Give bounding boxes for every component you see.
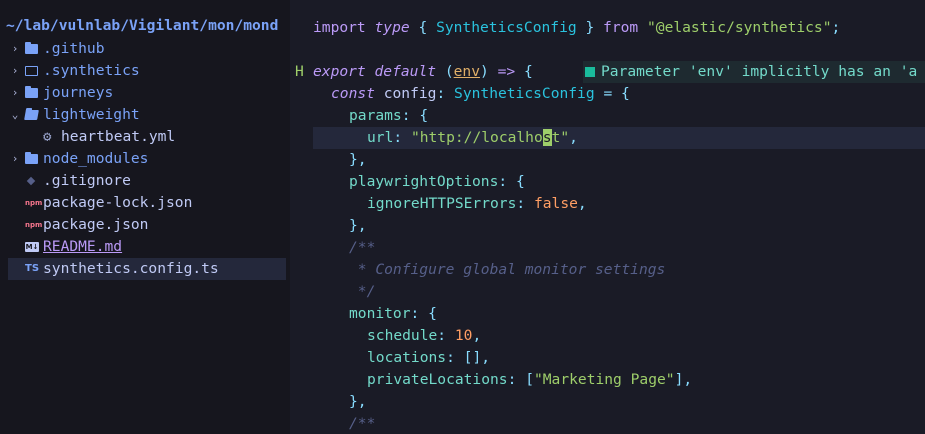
code-line-13: */ <box>349 283 376 300</box>
tree-item-label: README.md <box>43 238 123 255</box>
tree-item-label: package-lock.json <box>43 194 193 211</box>
npm-icon: npm <box>25 199 43 207</box>
code-line-1: import type { SyntheticsConfig } from "@… <box>313 19 841 36</box>
text-cursor: s <box>542 129 552 146</box>
npm-icon: npm <box>25 221 43 229</box>
tree-item-label: .gitignore <box>43 172 131 189</box>
code-line-6: url: "http://localhost", <box>367 129 578 146</box>
git-hunk-marker: H <box>295 63 304 80</box>
tree-item-package-lock-json[interactable]: npm package-lock.json <box>8 192 286 214</box>
diagnostic-hint[interactable]: Parameter 'env' implicitly has an 'a <box>583 61 925 83</box>
tree-item-node-modules[interactable]: › node_modules <box>8 148 286 170</box>
tree-item-heartbeat-yml[interactable]: ⚙ heartbeat.yml <box>8 126 286 148</box>
folder-icon <box>25 148 39 170</box>
chevron-right-icon[interactable]: › <box>8 148 22 170</box>
code-line-16: locations: [], <box>367 349 491 366</box>
tree-item-github[interactable]: › .github <box>8 38 286 60</box>
code-editor[interactable]: H import type { SyntheticsConfig } from … <box>290 0 925 434</box>
folder-open-icon <box>24 104 39 126</box>
markdown-icon: M↓ <box>25 242 39 252</box>
tree-item-label: journeys <box>43 84 114 101</box>
tree-item-label: heartbeat.yml <box>61 128 176 145</box>
tree-item-readme-md[interactable]: M↓ README.md <box>8 236 286 258</box>
chevron-right-icon[interactable]: › <box>8 38 22 60</box>
code-line-10: }, <box>349 217 367 234</box>
code-line-3: export default (env) => { <box>313 63 533 80</box>
tree-item-package-json[interactable]: npm package.json <box>8 214 286 236</box>
code-line-17: privateLocations: ["Marketing Page"], <box>367 371 693 388</box>
code-line-18: }, <box>349 393 367 410</box>
folder-icon <box>25 38 39 60</box>
code-line-15: schedule: 10, <box>367 327 482 344</box>
chevron-right-icon[interactable]: › <box>8 60 22 82</box>
tree-item-synthetics[interactable]: › .synthetics <box>8 60 286 82</box>
chevron-down-icon[interactable]: ⌄ <box>8 104 22 126</box>
tree-item-synthetics-config-ts[interactable]: TS synthetics.config.ts <box>8 258 286 280</box>
folder-outline-icon <box>25 60 39 82</box>
file-explorer: ~/lab/vulnlab/Vigilant/mon/mond › .githu… <box>0 0 290 434</box>
folder-icon <box>25 82 39 104</box>
code-line-11: /** <box>349 239 376 256</box>
tree-item-label: .github <box>43 40 105 57</box>
code-line-7: }, <box>349 151 367 168</box>
code-line-19: /** <box>349 415 376 432</box>
git-icon <box>25 170 39 192</box>
tree-item-lightweight[interactable]: ⌄ lightweight <box>8 104 286 126</box>
tree-item-label: synthetics.config.ts <box>43 260 219 277</box>
code-line-14: monitor: { <box>349 305 437 322</box>
code-line-4: const config: SyntheticsConfig = { <box>331 85 630 102</box>
code-line-8: playwrightOptions: { <box>349 173 525 190</box>
typescript-icon: TS <box>25 263 40 274</box>
tree-item-label: package.json <box>43 216 149 233</box>
code-line-12: * Configure global monitor settings <box>349 261 666 278</box>
code-line-5: params: { <box>349 107 429 124</box>
tree-item-label: node_modules <box>43 150 149 167</box>
tree-item-journeys[interactable]: › journeys <box>8 82 286 104</box>
app-window: ~/lab/vulnlab/Vigilant/mon/mond › .githu… <box>0 0 925 434</box>
tree-item-label: .synthetics <box>43 62 140 79</box>
hint-icon <box>585 67 595 77</box>
gear-icon: ⚙ <box>43 129 52 145</box>
code-line-9: ignoreHTTPSErrors: false, <box>367 195 587 212</box>
tree-item-label: lightweight <box>43 106 140 123</box>
chevron-right-icon[interactable]: › <box>8 82 22 104</box>
explorer-path: ~/lab/vulnlab/Vigilant/mon/mond <box>6 17 279 34</box>
tree-item-gitignore[interactable]: .gitignore <box>8 170 286 192</box>
